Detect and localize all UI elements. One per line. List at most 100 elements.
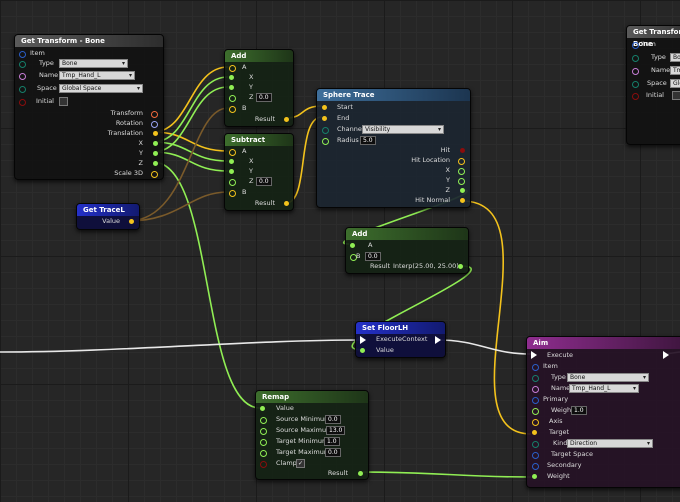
add-node-top[interactable]: Add A X Y Z 0.0 B Result (224, 49, 294, 127)
item-label: Item (30, 49, 45, 57)
get-trace-node[interactable]: Get TraceL Value (76, 203, 140, 230)
initial-checkbox[interactable] (59, 97, 68, 106)
clamp-pin[interactable] (260, 461, 267, 468)
name-dropdown[interactable]: Tm (670, 66, 680, 75)
execute-out-pin[interactable] (663, 351, 669, 359)
source-min-field[interactable]: 0.0 (325, 415, 341, 424)
rotation-pin[interactable] (151, 121, 158, 128)
target-min-pin[interactable] (260, 439, 267, 446)
target-pin[interactable] (532, 430, 537, 435)
type-dropdown[interactable]: Bone (567, 373, 649, 382)
x-pin[interactable] (229, 159, 234, 164)
z-pin[interactable] (229, 95, 236, 102)
secondary-pin[interactable] (532, 463, 539, 470)
end-pin[interactable] (322, 116, 327, 121)
y-pin[interactable] (229, 169, 234, 174)
target-max-pin[interactable] (260, 450, 267, 457)
aim-node[interactable]: Aim Execute Item Type Bone Name Tmp_Hand… (526, 336, 680, 488)
a-pin[interactable] (229, 65, 236, 72)
initial-checkbox[interactable] (672, 91, 680, 100)
space-pin[interactable] (19, 86, 26, 93)
initial-pin[interactable] (632, 93, 639, 100)
weight-field[interactable]: 1.0 (571, 406, 587, 415)
value-pin[interactable] (360, 348, 365, 353)
x-pin[interactable] (153, 141, 158, 146)
x-output-pin[interactable] (458, 168, 465, 175)
weight-pin[interactable] (532, 408, 539, 415)
channel-pin[interactable] (322, 127, 329, 134)
space-dropdown[interactable]: Global Space (59, 84, 143, 93)
a-pin[interactable] (229, 149, 236, 156)
type-pin[interactable] (532, 375, 539, 382)
type-dropdown[interactable]: Bone (59, 59, 128, 68)
transform-pin[interactable] (151, 111, 158, 118)
result-pin[interactable] (458, 264, 463, 269)
source-max-pin[interactable] (260, 428, 267, 435)
result-pin[interactable] (284, 201, 289, 206)
get-transform-node-left[interactable]: Get Transform - Bone Item Type Bone Name… (14, 34, 164, 180)
z-pin[interactable] (153, 161, 158, 166)
x-pin[interactable] (229, 75, 234, 80)
item-pin[interactable] (532, 364, 539, 371)
b-pin[interactable] (229, 190, 236, 197)
space-dropdown[interactable]: Global (670, 79, 680, 88)
channel-dropdown[interactable]: Visibility (362, 125, 444, 134)
radius-pin[interactable] (322, 138, 329, 145)
result-pin[interactable] (358, 471, 363, 476)
clamp-checkbox[interactable]: ✓ (296, 459, 305, 468)
y-output-pin[interactable] (458, 178, 465, 185)
target-min-field[interactable]: 1.0 (324, 437, 340, 446)
item-pin[interactable] (19, 51, 26, 58)
z-value-field[interactable]: 0.0 (256, 177, 272, 186)
b-value-field[interactable]: 0.0 (365, 252, 381, 261)
kind-dropdown[interactable]: Direction (567, 439, 653, 448)
y-output-label: Y (139, 149, 143, 157)
space-pin[interactable] (632, 81, 639, 88)
execute-context-in-pin[interactable] (360, 336, 366, 344)
name-dropdown[interactable]: Tmp_Hand_L (59, 71, 135, 80)
z-output-pin[interactable] (460, 188, 465, 193)
weight2-pin[interactable] (532, 474, 537, 479)
execute-context-out-pin[interactable] (435, 336, 441, 344)
initial-pin[interactable] (19, 99, 26, 106)
start-pin[interactable] (322, 105, 327, 110)
get-transform-node-right[interactable]: Get Transform - Bone Item Type Bone Name… (626, 25, 680, 145)
primary-pin[interactable] (532, 397, 539, 404)
b-pin[interactable] (229, 106, 236, 113)
a-pin[interactable] (350, 243, 355, 248)
execute-in-pin[interactable] (531, 351, 537, 359)
hit-pin[interactable] (460, 148, 465, 153)
name-pin[interactable] (632, 68, 639, 75)
z-pin[interactable] (229, 179, 236, 186)
source-max-field[interactable]: 13.0 (326, 426, 346, 435)
source-min-pin[interactable] (260, 417, 267, 424)
subtract-node[interactable]: Subtract A X Y Z 0.0 B Result (224, 133, 294, 211)
scale3d-pin[interactable] (151, 171, 158, 178)
value-pin[interactable] (129, 219, 134, 224)
type-dropdown[interactable]: Bone (670, 53, 680, 62)
axis-pin[interactable] (532, 419, 539, 426)
set-floor-node[interactable]: Set FloorLH ExecuteContext Value (355, 321, 446, 358)
hit-normal-pin[interactable] (460, 198, 465, 203)
radius-field[interactable]: 5.0 (360, 136, 376, 145)
y-pin[interactable] (229, 85, 234, 90)
name-dropdown[interactable]: Tmp_Hand_L (569, 384, 639, 393)
kind-pin[interactable] (532, 441, 539, 448)
value-pin[interactable] (260, 406, 265, 411)
name-pin[interactable] (532, 386, 539, 393)
type-pin[interactable] (632, 55, 639, 62)
target-max-field[interactable]: 0.0 (325, 448, 341, 457)
item-pin[interactable] (632, 42, 639, 49)
hit-location-pin[interactable] (458, 158, 465, 165)
y-pin[interactable] (153, 151, 158, 156)
sphere-trace-node[interactable]: Sphere Trace Start End Channel Visibilit… (316, 88, 471, 208)
translation-pin[interactable] (153, 131, 158, 136)
result-pin[interactable] (284, 117, 289, 122)
name-pin[interactable] (19, 73, 26, 80)
z-value-field[interactable]: 0.0 (256, 93, 272, 102)
type-pin[interactable] (19, 61, 26, 68)
result-label: Result (254, 115, 275, 123)
add-node-mid[interactable]: Add A B 0.0 Result Interp(25.00, 25.00) (345, 227, 469, 274)
target-space-pin[interactable] (532, 452, 539, 459)
remap-node[interactable]: Remap Value Source Minimum 0.0 Source Ma… (255, 390, 369, 480)
